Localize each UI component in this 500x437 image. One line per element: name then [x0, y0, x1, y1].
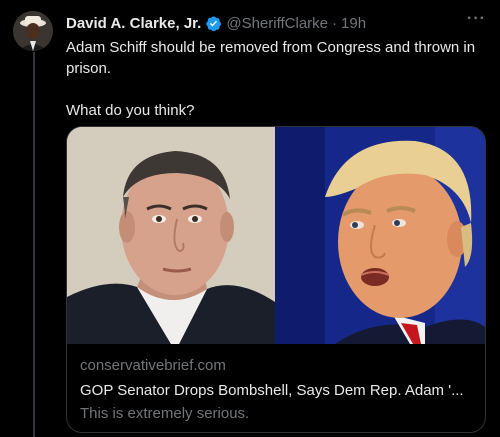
- verified-badge-icon: [205, 15, 222, 32]
- card-image-right: [275, 127, 485, 344]
- tweet-text-line: Adam Schiff should be removed from Congr…: [66, 39, 476, 77]
- card-image: [67, 127, 485, 344]
- author-name[interactable]: David A. Clarke, Jr.: [66, 15, 201, 32]
- tweet-text-line: What do you think?: [66, 102, 195, 119]
- link-card[interactable]: conservativebrief.com GOP Senator Drops …: [66, 126, 486, 433]
- card-domain: conservativebrief.com: [80, 357, 226, 374]
- separator-dot: ·: [332, 14, 338, 32]
- avatar[interactable]: [13, 11, 53, 51]
- card-image-left: [67, 127, 275, 344]
- card-meta: conservativebrief.com GOP Senator Drops …: [80, 356, 472, 424]
- tweet-header: David A. Clarke, Jr. @SheriffClarke · 19…: [66, 12, 490, 34]
- more-horizontal-icon[interactable]: ···: [467, 10, 486, 28]
- tweet-text: Adam Schiff should be removed from Congr…: [66, 37, 486, 121]
- thread-line: [33, 52, 35, 437]
- avatar-image: [13, 11, 53, 51]
- card-description: This is extremely serious.: [80, 405, 250, 422]
- author-handle[interactable]: @SheriffClarke: [226, 15, 328, 32]
- card-title[interactable]: GOP Senator Drops Bombshell, Says Dem Re…: [80, 381, 472, 401]
- tweet-timestamp[interactable]: 19h: [341, 15, 366, 32]
